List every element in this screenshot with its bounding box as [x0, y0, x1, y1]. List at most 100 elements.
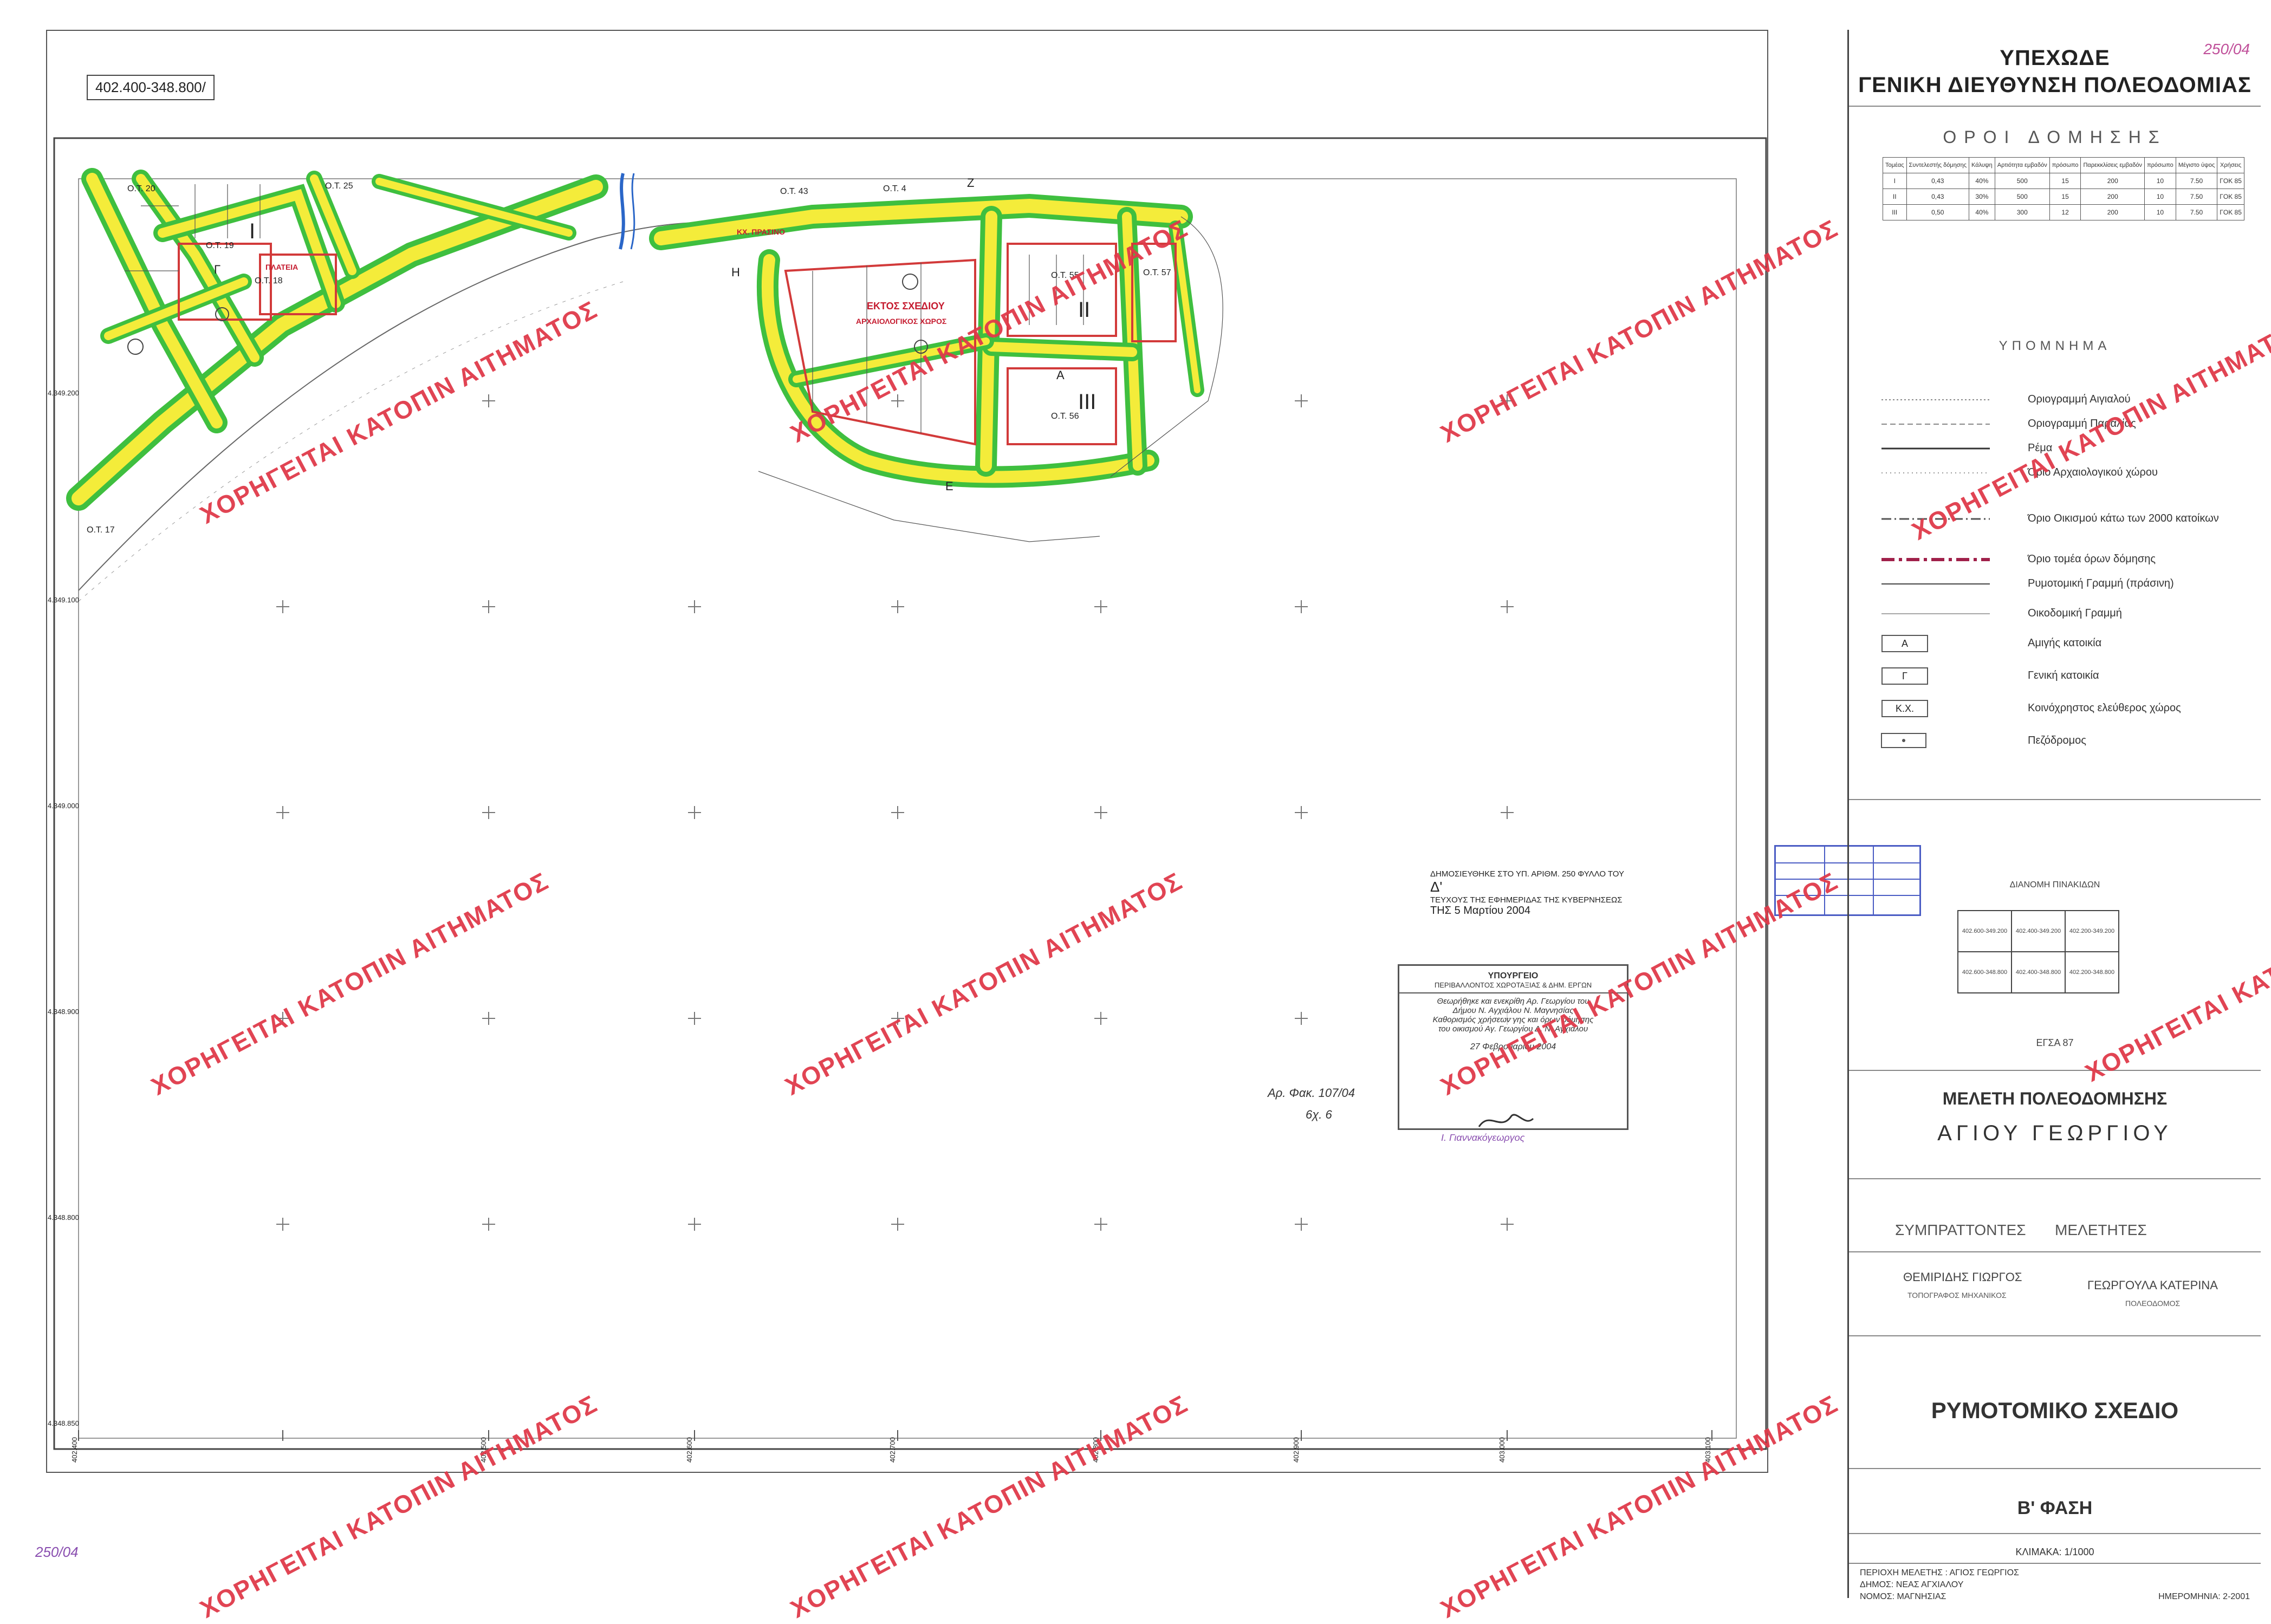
sheet-index-grid: 402.600-349.200 402.400-349.200 402.200-… — [1957, 910, 2119, 993]
plan-title: ΡΥΜΟΤΟΜΙΚΟ ΣΧΕΔΙΟ — [1931, 1398, 2179, 1423]
lon-tick: 402.600 — [685, 1437, 693, 1463]
projection-label: ΕΓΣΑ 87 — [2036, 1037, 2074, 1048]
legend-symbol — [1881, 399, 1990, 400]
legend-item-street-line: Ρυμοτομική Γραμμή (πράσινη) — [1871, 574, 2250, 596]
archaeological-site-label: ΑΡΧΑΙΟΛΟΓΙΚΟΣ ΧΩΡΟΣ — [856, 317, 947, 326]
table-cell: 12 — [2049, 204, 2081, 220]
table-cell: Ι — [1883, 173, 1907, 189]
study-title: ΜΕΛΕΤΗ ΠΟΛΕΟΔΟΜΗΣΗΣ — [1942, 1089, 2168, 1108]
sheet-index-title: ΔΙΑΝΟΜΗ ΠΙΝΑΚΙΔΩΝ — [2009, 880, 2100, 889]
divider — [1849, 1533, 2261, 1534]
lon-tick: 403.000 — [1498, 1437, 1506, 1463]
table-cell: 10 — [2144, 173, 2176, 189]
map-sheet: 402.400-348.800/ Ο.Τ. 20 Ο.Τ. 25 Ο.Τ. 19… — [0, 0, 2271, 1623]
designer-name: ΓΕΩΡΓΟΥΛΑ ΚΑΤΕΡΙΝΑ — [2087, 1278, 2218, 1292]
table-cell: 200 — [2080, 189, 2145, 205]
building-terms-title: ΟΡΟΙ ΔΟΜΗΣΗΣ — [1943, 127, 2167, 147]
legend-item-public-space: Κ.Χ. Κοινόχρηστος ελεύθερος χώρος — [1871, 699, 2250, 720]
zone-letter: Ζ — [967, 176, 975, 190]
collaborator-role: ΤΟΠΟΓΡΑΦΟΣ ΜΗΧΑΝΙΚΟΣ — [1907, 1291, 2007, 1300]
plan-scale: ΚΛΙΜΑΚΑ: 1/1000 — [2015, 1547, 2094, 1557]
building-terms-table: Τομέας Συντελεστής δόμησης Κάλυψη Αρτιότ… — [1883, 157, 2244, 220]
table-row: ΙΙ 0,43 30% 500 15 200 10 7.50 ΓΟΚ 85 — [1883, 189, 2244, 205]
zone-letter: Η — [731, 265, 740, 279]
legend-symbol — [1881, 583, 1990, 584]
plan-drawing — [53, 137, 1767, 1450]
legend-symbol — [1881, 733, 1926, 748]
lon-tick: 402.400 — [70, 1437, 79, 1463]
index-cell: 402.600-349.200 — [1957, 910, 2012, 952]
legend-item-beach: Οριογραμμή Παραλίας — [1871, 414, 2250, 436]
table-cell: 10 — [2144, 204, 2176, 220]
table-header: Κάλυψη — [1969, 157, 1995, 173]
stamp-text: του οικισμού Αγ. Γεωργίου Δ. Ν. Αγχιάλου — [1438, 1024, 1588, 1034]
legend-symbol — [1881, 447, 1990, 450]
legend-label: Ρυμοτομική Γραμμή (πράσινη) — [2028, 577, 2174, 589]
legend-label: Όριο τομέα όρων δόμησης — [2028, 553, 2156, 565]
study-place: ΑΓΙΟΥ ΓΕΩΡΓΙΟΥ — [1937, 1121, 2172, 1145]
table-cell: 200 — [2080, 204, 2145, 220]
table-cell: ΙΙΙ — [1883, 204, 1907, 220]
collaborator-name: ΘΕΜΙΡΙΔΗΣ ΓΙΩΡΓΟΣ — [1903, 1270, 2022, 1284]
block-label: Ο.Τ. 57 — [1143, 268, 1171, 277]
legend-box: Α — [1881, 635, 1928, 652]
title-reference: 250/04 — [2203, 41, 2250, 57]
divider — [1849, 1468, 2261, 1469]
designer-role: ΠΟΛΕΟΔΟΜΟΣ — [2125, 1299, 2181, 1308]
table-cell: 0,43 — [1906, 189, 1970, 205]
legend-item-residential: Α Αμιγής κατοικία — [1871, 634, 2250, 655]
green-space-label: ΚΧ. ΠΡΑΣΙΝΟ — [737, 228, 786, 236]
legend-label: Όριο Οικισμού κάτω των 2000 κατοίκων — [2028, 512, 2219, 524]
organization-name: ΥΠΕΧΩΔΕ — [2000, 46, 2110, 70]
lat-tick: 4.349.100 — [48, 596, 79, 604]
legend-label: Οικοδομική Γραμμή — [2028, 607, 2122, 619]
table-cell: 300 — [1994, 204, 2050, 220]
corner-reference: 250/04 — [35, 1544, 79, 1560]
lon-tick: 402.900 — [1292, 1437, 1300, 1463]
publication-note: ΔΗΜΟΣΙΕΥΘΗΚΕ ΣΤΟ ΥΠ. ΑΡΙΘΜ. 250 ΦΥΛΛΟ ΤΟ… — [1430, 869, 1690, 917]
title-block: ΥΠΕΧΩΔΕ ΓΕΝΙΚΗ ΔΙΕΥΘΥΝΣΗ ΠΟΛΕΟΔΟΜΙΑΣ 250… — [1847, 30, 2261, 1601]
designers-heading: ΜΕΛΕΤΗΤΕΣ — [2055, 1222, 2147, 1238]
table-row: 402.600-348.800 402.400-348.800 402.200-… — [1957, 951, 2119, 993]
lat-tick: 4.348.800 — [48, 1213, 79, 1222]
index-cell: 402.200-348.800 — [2065, 951, 2119, 993]
table-cell: 500 — [1994, 189, 2050, 205]
table-cell: 7.50 — [2175, 189, 2218, 205]
legend-label: Οριογραμμή Αιγιαλού — [2028, 393, 2131, 405]
block-label: Ο.Τ. 43 — [780, 187, 808, 196]
table-cell: 40% — [1969, 173, 1995, 189]
publication-line: ΤΕΥΧΟΥΣ ΤΗΣ ΕΦΗΜΕΡΙΔΑΣ ΤΗΣ ΚΥΒΕΡΝΗΣΕΩΣ — [1430, 895, 1623, 905]
table-cell: 30% — [1969, 189, 1995, 205]
legend-box: Γ — [1881, 667, 1928, 685]
legend-label: Πεζόδρομος — [2028, 735, 2086, 746]
divider — [1849, 799, 2261, 800]
block-label: Ο.Τ. 19 — [206, 241, 234, 250]
divider — [1849, 106, 2261, 107]
stream — [619, 173, 625, 250]
legend-box: Κ.Χ. — [1881, 700, 1928, 717]
table-cell: 0,50 — [1906, 204, 1970, 220]
table-cell: ΙΙ — [1883, 189, 1907, 205]
divider — [1849, 1178, 2261, 1179]
table-header: Τομέας — [1883, 157, 1907, 173]
block-label: Ο.Τ. 17 — [87, 525, 115, 535]
table-cell: ΓΟΚ 85 — [2217, 204, 2244, 220]
table-row: 402.600-349.200 402.400-349.200 402.200-… — [1957, 910, 2119, 952]
lat-tick: 4.348.900 — [48, 1008, 79, 1016]
index-cell-current: 402.400-348.800 — [2011, 951, 2066, 993]
table-cell: 10 — [2144, 189, 2176, 205]
index-cell: 402.600-348.800 — [1957, 951, 2012, 993]
zone-letter: Γ — [214, 263, 221, 276]
table-header: Συντελεστής δόμησης — [1906, 157, 1970, 173]
index-cell: 402.200-349.200 — [2065, 910, 2119, 952]
table-cell: 15 — [2049, 173, 2081, 189]
block-label: Ο.Τ. 4 — [883, 184, 906, 193]
outside-plan-label: ΕΚΤΟΣ ΣΧΕΔΙΟΥ — [867, 301, 945, 311]
legend-symbol — [1881, 424, 1990, 425]
prefecture: ΝΟΜΟΣ: ΜΑΓΝΗΣΙΑΣ — [1860, 1592, 1946, 1601]
lat-tick: 4.349.000 — [48, 802, 79, 810]
divider — [1849, 1251, 2261, 1252]
file-number-note: Αρ. Φακ. 107/04 — [1268, 1086, 1355, 1100]
inner-frame — [53, 137, 1767, 1450]
block-label: Ο.Τ. 25 — [325, 181, 353, 191]
